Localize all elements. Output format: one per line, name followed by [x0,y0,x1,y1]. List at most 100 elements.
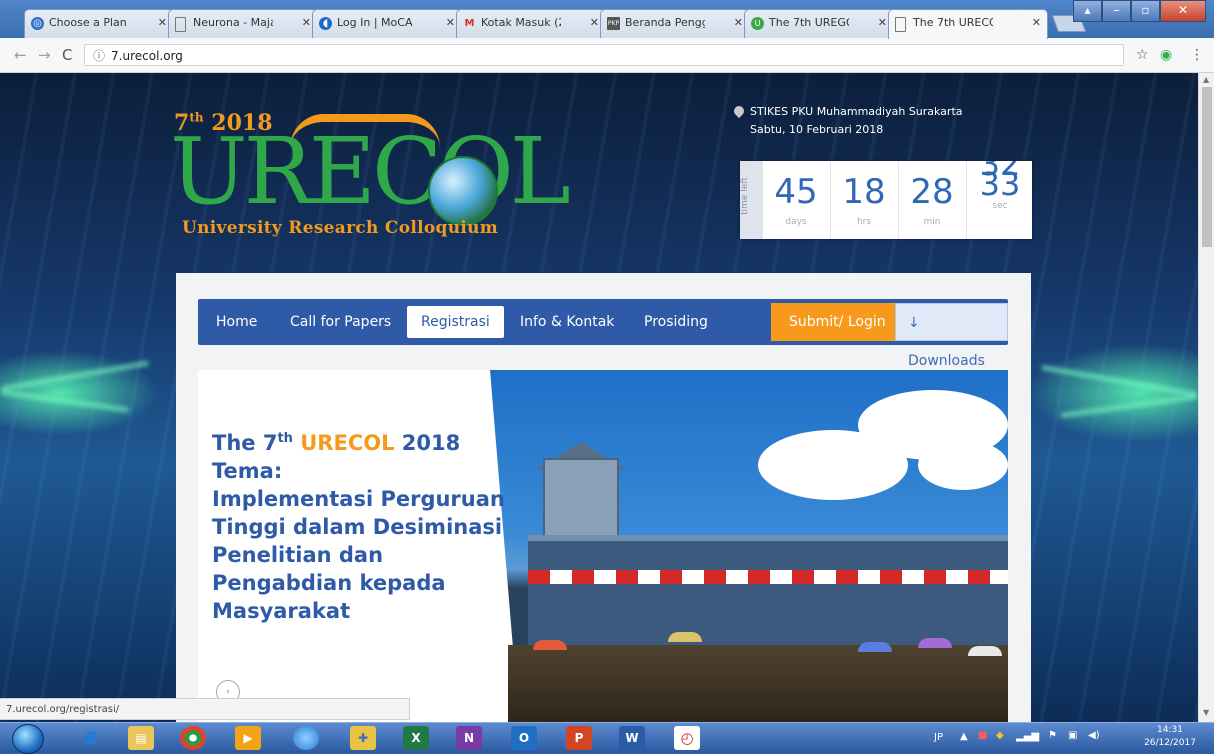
tema-text: Implementasi Perguruan Tinggi dalam Desi… [212,487,505,623]
browser-tab[interactable]: ◎ Choose a Plan | Scri ✕ [24,9,174,38]
browser-tab[interactable]: M Kotak Masuk (234) ✕ [456,9,606,38]
file-explorer-icon[interactable]: ▤ [128,726,154,750]
tab-label: Log In | MoCA Mon [337,16,417,29]
info-icon[interactable]: ⓘ [93,49,105,63]
app-tray-icon[interactable]: ◆ [996,730,1004,741]
grammarly-icon[interactable]: ◉ [1160,47,1172,63]
downloads-button[interactable]: ↓ Downloads [895,303,1008,369]
nav-prosiding[interactable]: Prosiding [644,299,708,345]
browser-tab-active[interactable]: The 7th URECOL - ✕ [888,9,1048,39]
speedtest-icon[interactable]: ◴ [674,726,700,750]
address-bar[interactable]: ⓘ 7.urecol.org [84,44,1124,66]
star-icon[interactable]: ☆ [1136,47,1149,63]
countdown-hours: 18 hrs [830,161,897,239]
windows-taskbar: e ▤ ▶ ✚ X N O P W ◴ JP ▲ ■ ◆ ▂▄▆ ⚑ ▣ ◀) … [0,722,1214,754]
close-tab-icon[interactable]: ✕ [446,16,455,29]
internet-explorer-icon[interactable]: e [78,726,104,750]
cloud-shape [918,440,1008,490]
scroll-up-icon[interactable]: ▲ [1203,75,1209,84]
url-text: 7.urecol.org [111,49,183,63]
reload-icon[interactable]: C [62,46,72,64]
powerpoint-icon[interactable]: P [566,726,592,750]
venue-date: Sabtu, 10 Februari 2018 [750,123,884,136]
onenote-icon[interactable]: N [456,726,482,750]
umbrella [858,642,892,652]
umbrella [533,640,567,650]
nav-registrasi[interactable]: Registrasi [407,306,504,338]
countdown-seconds: 32 33 sec [966,161,1033,239]
globe-icon [428,156,498,226]
moca-icon: ◖ [319,17,332,30]
language-indicator[interactable]: JP [934,732,943,743]
umbrella [968,646,1002,656]
close-tab-icon[interactable]: ✕ [590,16,599,29]
back-icon[interactable]: ← [14,46,27,64]
close-window-button[interactable]: ✕ [1160,0,1206,22]
crowd [508,645,1008,722]
start-button[interactable] [12,724,44,754]
countdown-timer: time left 45 days 18 hrs 28 min 32 33 se… [740,161,1032,239]
scroll-thumb[interactable] [1202,87,1212,247]
flag-bunting [528,570,1008,584]
word-icon[interactable]: W [619,726,645,750]
browser-tab[interactable]: PKP Beranda Pengguna ✕ [600,9,750,38]
nav-home[interactable]: Home [216,299,257,345]
countdown-label: time left [740,161,762,239]
tab-label: The 7th URECOL - [913,16,993,29]
tema-label: Tema: [212,459,283,483]
chrome-icon[interactable] [180,726,206,750]
flag-icon[interactable]: ⚑ [1048,730,1057,741]
browser-tab[interactable]: ◖ Log In | MoCA Mon ✕ [312,9,462,38]
browser-tab[interactable]: U The 7th UREGOL - ✕ [744,9,894,38]
tab-label: Choose a Plan | Scri [49,16,129,29]
urecol-icon: U [751,17,764,30]
hero-heading: The 7th URECOL 2018 Tema: Implementasi P… [212,431,505,623]
tab-label: Kotak Masuk (234) [481,16,561,29]
countdown-minutes: 28 min [898,161,965,239]
forward-icon[interactable]: → [38,46,51,64]
antivirus-icon[interactable]: ■ [978,730,987,741]
show-hidden-icons[interactable]: ▲ [960,731,968,742]
submit-login-button[interactable]: Submit/ Login [771,303,904,341]
urecol-logo[interactable]: 7th 2018 URECOL University Research Coll… [170,108,571,248]
menu-icon[interactable]: ⋮ [1190,47,1204,63]
taskbar-clock[interactable]: 14:31 26/12/2017 [1138,724,1202,750]
close-tab-icon[interactable]: ✕ [734,16,743,29]
nav-info-kontak[interactable]: Info & Kontak [520,299,614,345]
media-player-icon[interactable]: ▶ [235,726,261,750]
page-icon [895,17,906,32]
logo-name: URECOL [170,118,571,225]
event-venue: STIKES PKU Muhammadiyah Surakarta Sabtu,… [731,103,963,139]
globe-icon: ◎ [31,17,44,30]
browser-icon[interactable] [293,726,319,750]
nav-call-for-papers[interactable]: Call for Papers [290,299,391,345]
logo-tagline: University Research Colloquium [182,218,499,238]
close-tab-icon[interactable]: ✕ [878,16,887,29]
outlook-icon[interactable]: O [511,726,537,750]
excel-icon[interactable]: X [403,726,429,750]
gmail-icon: M [464,18,475,29]
maximize-button[interactable]: ▫ [1131,0,1160,22]
puzzle-app-icon[interactable]: ✚ [350,726,376,750]
venue-place: STIKES PKU Muhammadiyah Surakarta [750,105,963,118]
umbrella [918,638,952,648]
close-tab-icon[interactable]: ✕ [1032,16,1041,29]
browser-tab-strip: ◎ Choose a Plan | Scri ✕ Neurona - Majal… [0,0,1214,39]
user-icon[interactable]: ▴ [1073,0,1102,22]
pkp-icon: PKP [607,17,620,30]
page-scrollbar[interactable]: ▲ ▼ [1198,73,1214,722]
scroll-down-icon[interactable]: ▼ [1203,708,1209,717]
link-status-bar: 7.urecol.org/registrasi/ [0,698,410,720]
minimize-button[interactable]: – [1102,0,1131,22]
tab-label: The 7th UREGOL - [769,16,849,29]
device-icon[interactable]: ▣ [1068,730,1077,741]
tab-label: Neurona - Majalah [193,16,273,29]
browser-tab[interactable]: Neurona - Majalah ✕ [168,9,318,38]
network-icon[interactable]: ▂▄▆ [1016,731,1039,742]
volume-icon[interactable]: ◀) [1088,730,1100,741]
close-tab-icon[interactable]: ✕ [158,16,167,29]
close-tab-icon[interactable]: ✕ [302,16,311,29]
page-icon [175,17,186,32]
umbrella [668,632,702,642]
browser-toolbar: ← → C ⓘ 7.urecol.org ☆ ◉ ⋮ [0,38,1214,73]
